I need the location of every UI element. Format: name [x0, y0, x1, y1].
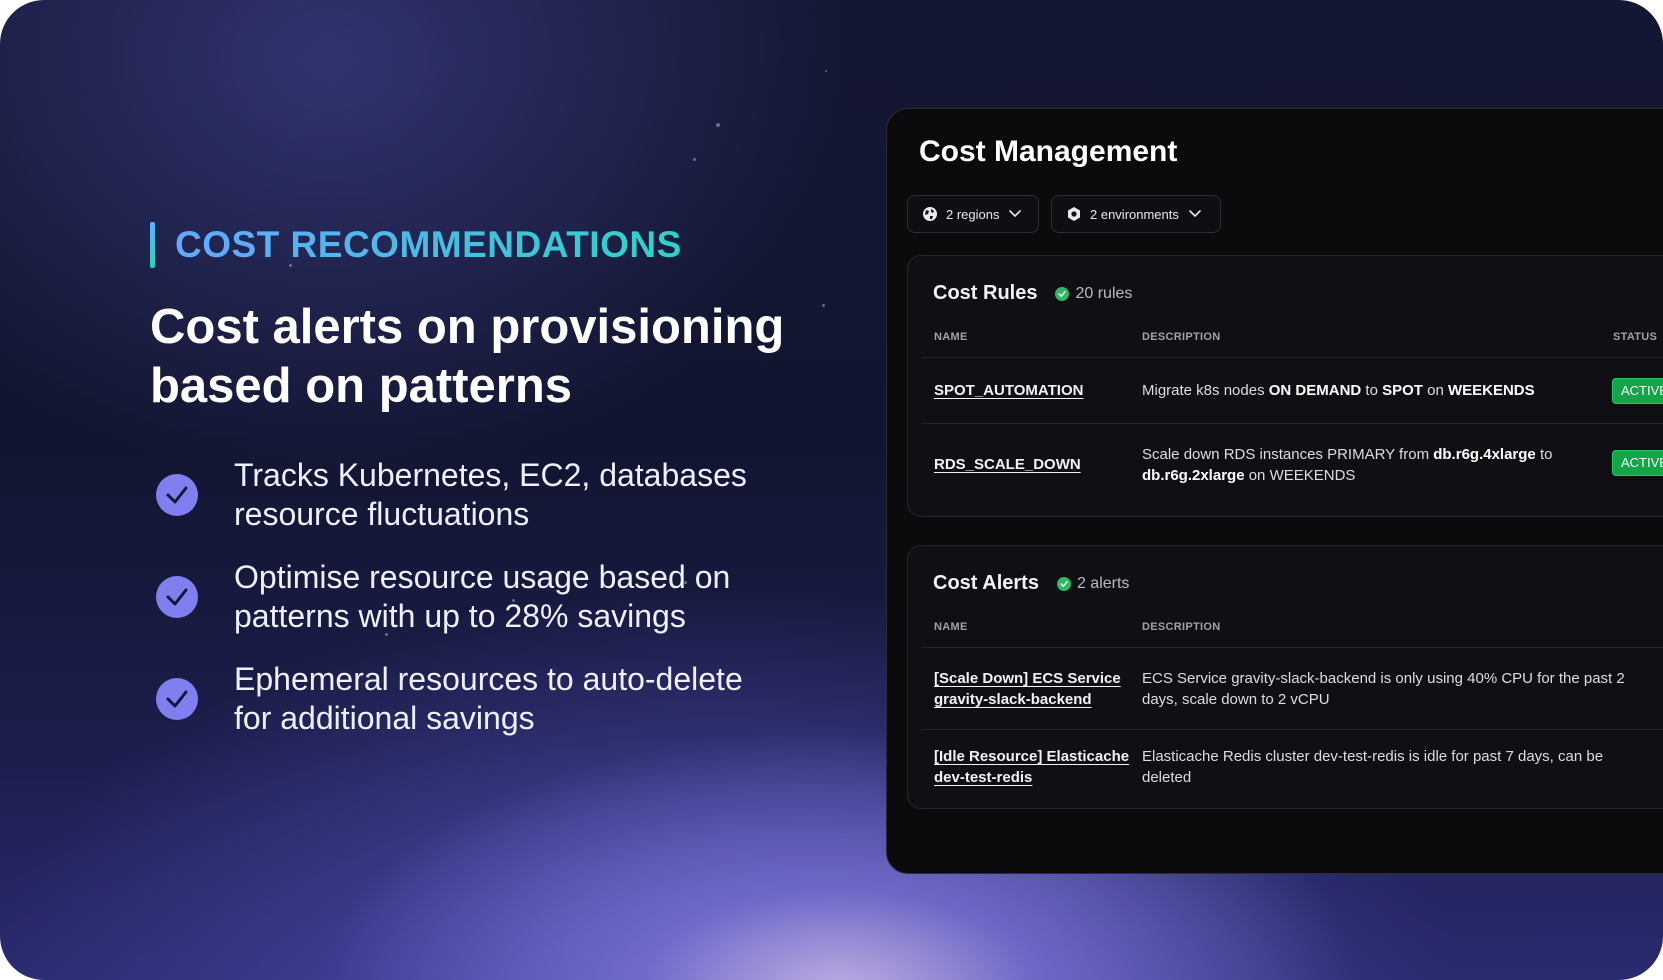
- environments-filter-label: 2 environments: [1090, 206, 1179, 222]
- feature-item: Ephemeral resources to auto-delete for a…: [150, 660, 850, 738]
- status-badge: ACTIVE: [1612, 378, 1663, 404]
- eyebrow-accent-bar: [150, 222, 155, 268]
- sparkle-dot: [825, 70, 827, 72]
- cost-alerts-count: 2 alerts: [1076, 574, 1130, 592]
- feature-list: Tracks Kubernetes, EC2, databases resour…: [150, 456, 850, 738]
- alert-name-link[interactable]: [Scale Down] ECS Service gravity-slack-b…: [934, 668, 1134, 710]
- column-header-description: DESCRIPTION: [1142, 331, 1221, 343]
- chevron-down-icon: [1189, 210, 1201, 218]
- description-emphasis: SPOT: [1382, 382, 1423, 399]
- rule-name-link[interactable]: SPOT_AUTOMATION: [934, 380, 1083, 401]
- cost-alerts-title: Cost Alerts: [933, 572, 1039, 594]
- environments-filter-dropdown[interactable]: 2 environments: [1051, 195, 1221, 233]
- regions-filter-dropdown[interactable]: 2 regions: [907, 195, 1039, 233]
- hero-background: COST RECOMMENDATIONS Cost alerts on prov…: [0, 0, 1663, 980]
- cost-rules-count: 20 rules: [1075, 284, 1133, 302]
- alert-description: Elasticache Redis cluster dev-test-redis…: [1142, 748, 1604, 786]
- cost-rules-card: Cost Rules 20 rules NAME DESCRIPTION STA…: [907, 255, 1663, 517]
- feature-item: Optimise resource usage based on pattern…: [150, 558, 850, 636]
- cost-alerts-card: Cost Alerts 2 alerts NAME DESCRIPTION [S…: [907, 545, 1663, 809]
- check-circle-icon: [156, 678, 198, 720]
- globe-icon: [923, 207, 937, 221]
- cost-rules-header: Cost Rules 20 rules: [933, 282, 1132, 305]
- description-emphasis: ON DEMAND: [1268, 382, 1362, 399]
- description-text: on: [1422, 382, 1448, 399]
- cost-rules-title: Cost Rules: [933, 282, 1038, 304]
- sparkle-dot: [693, 158, 696, 161]
- headline: Cost alerts on provisioning based on pat…: [150, 300, 785, 413]
- eyebrow-label: COST RECOMMENDATIONS: [175, 224, 682, 265]
- table-row[interactable]: [Idle Resource] Elasticache dev-test-red…: [922, 729, 1663, 806]
- table-row[interactable]: [Scale Down] ECS Service gravity-slack-b…: [922, 647, 1663, 730]
- chevron-down-icon: [1009, 210, 1022, 218]
- sparkle-dot: [716, 123, 720, 127]
- feature-item: Tracks Kubernetes, EC2, databases resour…: [150, 456, 850, 534]
- regions-filter-label: 2 regions: [946, 206, 1000, 222]
- cost-alerts-header: Cost Alerts 2 alerts: [933, 572, 1129, 595]
- description-emphasis: WEEKENDS: [1447, 382, 1535, 399]
- description-text: Scale down RDS instances PRIMARY from: [1142, 446, 1434, 463]
- description-text: to: [1535, 446, 1553, 463]
- check-badge-icon: [1055, 286, 1070, 301]
- alert-name-link[interactable]: [Idle Resource] Elasticache dev-test-red…: [934, 746, 1134, 788]
- panel-title: Cost Management: [919, 135, 1178, 168]
- environment-icon: [1068, 207, 1080, 221]
- rule-description: Migrate k8s nodes ON DEMAND to SPOT on W…: [1142, 380, 1612, 401]
- column-header-name: NAME: [934, 621, 968, 633]
- status-badge: ACTIVE: [1612, 450, 1663, 476]
- column-header-description: DESCRIPTION: [1142, 621, 1221, 633]
- table-row[interactable]: RDS_SCALE_DOWN Scale down RDS instances …: [922, 423, 1663, 514]
- marketing-copy: COST RECOMMENDATIONS Cost alerts on prov…: [150, 222, 850, 762]
- eyebrow: COST RECOMMENDATIONS: [150, 222, 850, 268]
- description-emphasis: db.r6g.4xlarge: [1433, 446, 1536, 463]
- rule-description: Scale down RDS instances PRIMARY from db…: [1142, 444, 1562, 486]
- description-emphasis: db.r6g.2xlarge: [1142, 467, 1245, 484]
- table-row[interactable]: SPOT_AUTOMATION Migrate k8s nodes ON DEM…: [922, 357, 1663, 424]
- description-text: to: [1361, 382, 1383, 399]
- cost-management-panel: Cost Management 2 regions 2 environments…: [886, 108, 1663, 874]
- feature-text: Ephemeral resources to auto-delete for a…: [234, 661, 743, 736]
- alert-description: ECS Service gravity-slack-backend is onl…: [1142, 670, 1625, 708]
- description-text: Migrate k8s nodes: [1142, 382, 1269, 399]
- column-header-status: STATUS: [1613, 331, 1658, 343]
- feature-text: Tracks Kubernetes, EC2, databases resour…: [234, 457, 747, 532]
- column-header-name: NAME: [934, 331, 968, 343]
- check-circle-icon: [156, 576, 198, 618]
- description-text: on WEEKENDS: [1244, 467, 1356, 484]
- check-circle-icon: [156, 474, 198, 516]
- check-badge-icon: [1056, 576, 1071, 591]
- rule-name-link[interactable]: RDS_SCALE_DOWN: [934, 454, 1081, 475]
- feature-text: Optimise resource usage based on pattern…: [234, 559, 731, 634]
